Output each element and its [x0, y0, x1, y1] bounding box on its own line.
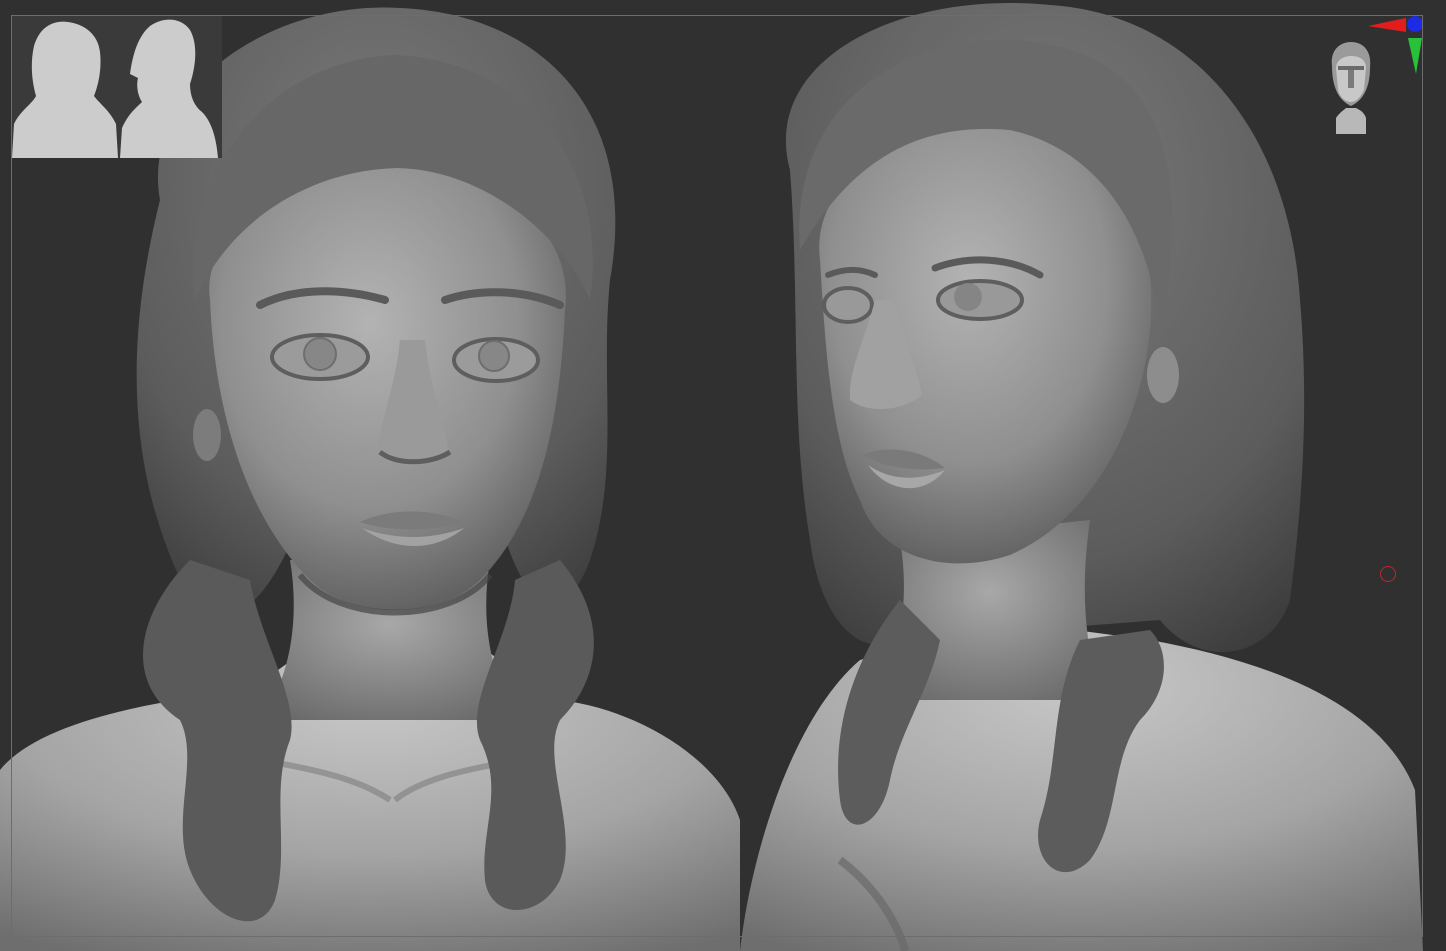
front-silhouette: [12, 21, 118, 158]
three-quarter-view-bust[interactable]: [740, 2, 1423, 951]
thumbnail-navigator[interactable]: [12, 16, 222, 158]
nav-head-nose: [1348, 68, 1354, 88]
tq-eye-left: [822, 286, 874, 324]
head-navigation-icon[interactable]: [1322, 38, 1380, 138]
nav-head-base: [1336, 108, 1366, 134]
nav-head-brow: [1338, 66, 1364, 70]
front-iris-right: [478, 340, 510, 372]
sculpt-viewport[interactable]: [0, 0, 1446, 951]
front-iris-left: [303, 337, 337, 371]
x-axis-arrow-icon[interactable]: [1368, 18, 1406, 32]
tq-ear: [1147, 347, 1179, 403]
brush-cursor-icon: [1380, 566, 1396, 582]
tq-iris-right: [954, 283, 982, 311]
front-ear-left: [193, 409, 221, 461]
z-axis-dot-icon[interactable]: [1407, 16, 1423, 32]
y-axis-arrow-icon[interactable]: [1408, 38, 1422, 74]
three-quarter-silhouette: [120, 19, 218, 158]
